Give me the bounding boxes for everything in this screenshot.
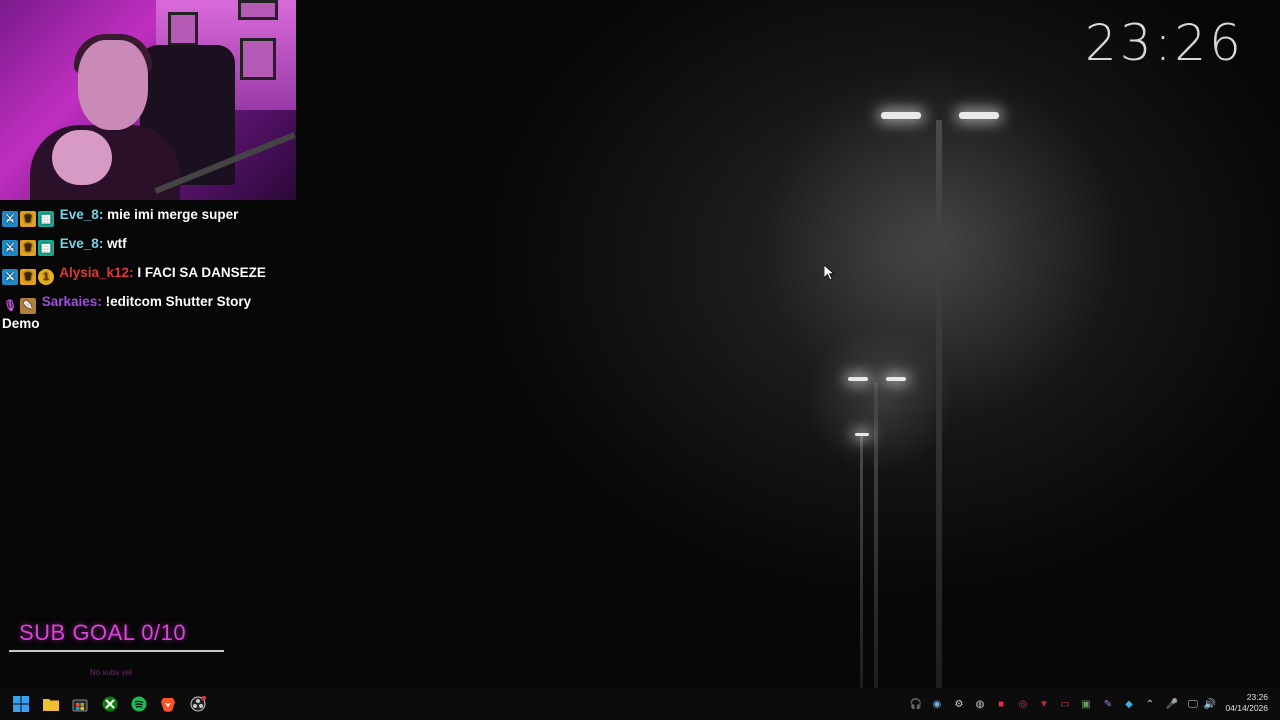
security-tray-icon[interactable]: ◆ [1122,697,1136,711]
sub-goal-subtext: No subs yet [90,668,133,677]
spotify-icon[interactable] [129,694,149,714]
chat-message: 🎙 ✎ Sarkaies: !editcom Shutter Story Demo [2,294,252,331]
chat-text: mie imi merge super [107,207,239,222]
display-tray-icon[interactable]: ▣ [1079,697,1093,711]
chat-username: Alysia_k12 [59,265,130,280]
folder-icon[interactable] [41,694,61,714]
sword-icon: ⚔ [2,269,18,285]
chat-text: wtf [107,236,127,251]
sub-badge-icon: ▦ [38,240,54,256]
network-icon[interactable]: 🖵 [1186,697,1200,711]
battery-tray-icon[interactable]: ▭ [1058,697,1072,711]
taskbar-clock[interactable]: 23:26 04/14/2026 [1225,692,1268,714]
webcam-picture-frame [168,12,198,46]
chat-username: Eve_8 [59,207,99,222]
mouse-cursor-icon [823,264,836,286]
taskbar-time: 23:26 [1246,692,1268,702]
chat-username: Sarkaies [41,294,98,309]
sub-goal-label: SUB GOAL 0/10 [19,620,187,645]
pen-tray-icon[interactable]: ✎ [1101,697,1115,711]
webcam-person-head [78,40,148,130]
webcam-picture-frame [238,0,278,20]
chat-text: I FACI SA DANSEZE [137,265,266,280]
headset-icon[interactable]: 🎧 [909,697,923,711]
chat-overlay: ⚔ ♛ ▦ Eve_8: mie imi merge super ⚔ ♛ ▦ Eve_8… [2,205,292,342]
taskbar: 🎧 ◉ ⚙ ◍ ■ ◎ ▼ ▭ ▣ ✎ ◆ ⌃ 🎤 🖵 🔊 23:26 04/1… [0,688,1280,720]
coin-icon: 1 [38,269,54,285]
crown-icon: ♛ [20,269,36,285]
microphone-tray-icon[interactable]: 🎤 [1165,697,1179,711]
webcam-picture-frame [240,38,276,80]
brave-icon[interactable] [158,694,178,714]
chevron-up-icon[interactable]: ⌃ [1143,697,1157,711]
record-tray-icon[interactable]: ◎ [1016,697,1030,711]
taskbar-date: 04/14/2026 [1225,703,1268,713]
chat-message: ⚔ ♛ 1 Alysia_k12: I FACI SA DANSEZE [2,263,292,285]
webcam-person-hand [52,130,112,185]
chat-message: ⚔ ♛ ▦ Eve_8: mie imi merge super [2,205,292,227]
chat-message: ⚔ ♛ ▦ Eve_8: wtf [2,234,292,256]
sub-goal-progress-bar [9,650,224,652]
webcam-feed [0,0,296,200]
clock-overlay: 23:26 [1084,14,1244,72]
app-tray-icon[interactable]: ⚙ [952,697,966,711]
vpn-tray-icon[interactable]: ▼ [1037,697,1051,711]
chat-text: !editcom Shutter Story Demo [2,294,252,331]
sub-badge-icon: ▦ [38,211,54,227]
store-icon[interactable] [70,694,90,714]
obs-icon[interactable] [188,694,208,714]
sword-icon: ⚔ [2,211,18,227]
crown-icon: ♛ [20,240,36,256]
discord-icon[interactable]: ◍ [973,697,987,711]
windows-icon[interactable] [11,694,31,714]
artist-badge-icon: ✎ [20,298,36,314]
chat-username: Eve_8 [59,236,99,251]
volume-icon[interactable]: 🔊 [1203,697,1217,711]
xbox-icon[interactable] [100,694,120,714]
steam-icon[interactable]: ◉ [930,697,944,711]
microphone-icon: 🎙 [3,300,17,312]
sword-icon: ⚔ [2,240,18,256]
crown-icon: ♛ [20,211,36,227]
app-red-tray-icon[interactable]: ■ [994,697,1008,711]
